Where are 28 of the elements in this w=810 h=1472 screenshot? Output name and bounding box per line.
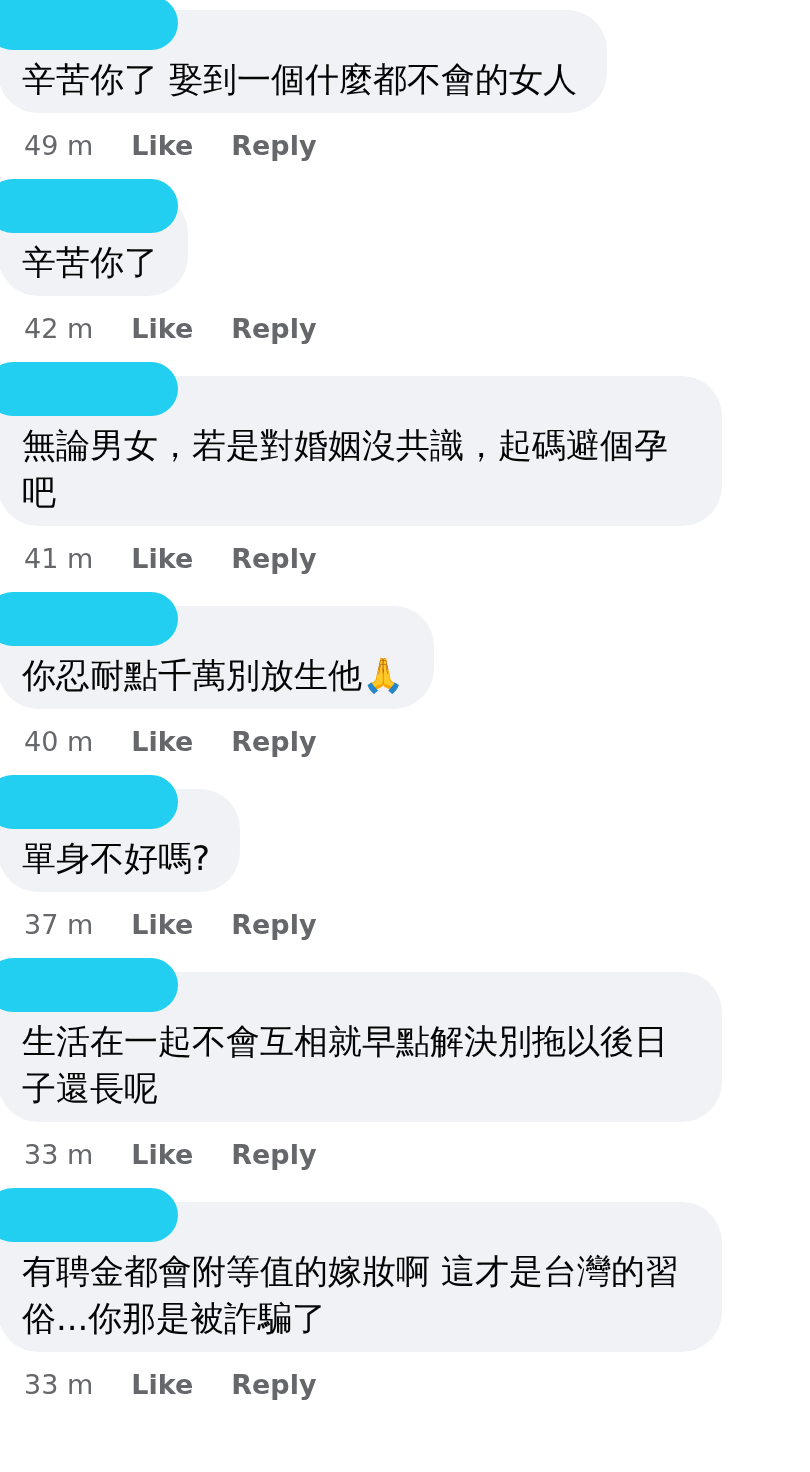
- reply-link[interactable]: Reply: [231, 1368, 317, 1402]
- comment-text: 單身不好嗎?: [22, 838, 211, 878]
- comment-text: 辛苦你了 娶到一個什麼都不會的女人: [22, 59, 577, 99]
- reply-link[interactable]: Reply: [231, 129, 317, 163]
- comment-text: 你忍耐點千萬別放生他🙏: [22, 655, 404, 695]
- like-link[interactable]: Like: [131, 129, 194, 163]
- comment-time: 33 m: [24, 1368, 94, 1402]
- reply-link[interactable]: Reply: [231, 312, 317, 346]
- comment-time: 40 m: [24, 725, 94, 759]
- like-link[interactable]: Like: [131, 312, 194, 346]
- comment-time: 37 m: [24, 908, 94, 942]
- reply-link[interactable]: Reply: [231, 908, 317, 942]
- reply-link[interactable]: Reply: [231, 542, 317, 576]
- like-link[interactable]: Like: [131, 1368, 194, 1402]
- comment-time: 41 m: [24, 542, 94, 576]
- like-link[interactable]: Like: [131, 1138, 194, 1172]
- reply-link[interactable]: Reply: [231, 1138, 317, 1172]
- comment-text: 無論男女，若是對婚姻沒共識，起碼避個孕吧: [22, 425, 668, 512]
- comment-text: 生活在一起不會互相就早點解決別拖以後日子還長呢: [22, 1021, 668, 1108]
- comment-time: 42 m: [24, 312, 94, 346]
- comment-text: 辛苦你了: [22, 242, 158, 282]
- like-link[interactable]: Like: [131, 725, 194, 759]
- reply-link[interactable]: Reply: [231, 725, 317, 759]
- like-link[interactable]: Like: [131, 542, 194, 576]
- comment-time: 33 m: [24, 1138, 94, 1172]
- like-link[interactable]: Like: [131, 908, 194, 942]
- comment-time: 49 m: [24, 129, 94, 163]
- comment-text: 有聘金都會附等值的嫁妝啊 這才是台灣的習俗...你那是被詐騙了: [22, 1251, 679, 1338]
